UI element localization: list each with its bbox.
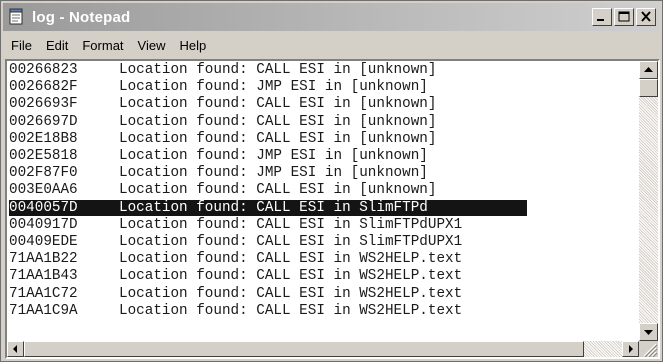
minimize-icon xyxy=(597,19,604,21)
menu-bar: File Edit Format View Help xyxy=(3,33,660,57)
menu-format[interactable]: Format xyxy=(75,38,130,53)
size-grip[interactable] xyxy=(639,341,658,358)
title-bar[interactable]: log - Notepad xyxy=(3,3,660,31)
scroll-down-button[interactable] xyxy=(639,323,658,341)
scroll-up-button[interactable] xyxy=(639,61,658,79)
line-message: Location found: CALL ESI in SlimFTPd xyxy=(119,199,428,216)
vertical-scrollbar[interactable] xyxy=(639,61,658,341)
line-message: Location found: CALL ESI in [unknown] xyxy=(119,113,437,130)
line-message: Location found: CALL ESI in WS2HELP.text xyxy=(119,251,463,268)
line-address: 71AA1C9A xyxy=(9,302,78,319)
line-message: Location found: CALL ESI in [unknown] xyxy=(119,130,437,147)
maximize-icon xyxy=(618,11,630,22)
line-address: 0026697D xyxy=(9,113,78,130)
menu-help[interactable]: Help xyxy=(172,38,213,53)
menu-view[interactable]: View xyxy=(131,38,173,53)
minimize-button[interactable] xyxy=(592,8,612,26)
notepad-window: log - Notepad File Edit Format View Help… xyxy=(0,0,663,362)
vertical-scroll-thumb[interactable] xyxy=(639,79,658,97)
line-message: Location found: CALL ESI in SlimFTPdUPX1 xyxy=(119,234,463,250)
close-icon xyxy=(641,11,651,22)
arrow-right-icon xyxy=(629,345,633,353)
line-address: 71AA1B43 xyxy=(9,268,78,285)
line-address: 002E18B8 xyxy=(9,130,78,147)
line-message: Location found: CALL ESI in WS2HELP.text xyxy=(119,302,463,319)
text-editor[interactable]: 00266823 Location found: CALL ESI in [unk… xyxy=(7,61,639,341)
line-address: 0040917D xyxy=(9,216,78,233)
menu-file[interactable]: File xyxy=(3,38,39,53)
horizontal-scrollbar[interactable] xyxy=(7,341,639,357)
line-address: 71AA1B22 xyxy=(9,251,78,268)
line-message: Location found: CALL ESI in WS2HELP.text xyxy=(119,285,463,302)
scroll-right-button[interactable] xyxy=(622,341,639,357)
arrow-left-icon xyxy=(13,345,17,353)
line-address: 003E0AA6 xyxy=(9,182,78,199)
editor-client-area: 00266823 Location found: CALL ESI in [unk… xyxy=(5,59,660,359)
line-message: Location found: JMP ESI in [unknown] xyxy=(119,165,428,182)
line-message: Location found: JMP ESI in [unknown] xyxy=(119,148,428,164)
window-title: log - Notepad xyxy=(32,8,131,26)
maximize-button[interactable] xyxy=(614,8,634,26)
menu-edit[interactable]: Edit xyxy=(39,38,75,53)
line-address: 00409EDE xyxy=(9,234,78,250)
notepad-icon[interactable] xyxy=(8,8,26,26)
line-address: 71AA1C72 xyxy=(9,285,78,302)
horizontal-scroll-thumb[interactable] xyxy=(24,341,584,357)
line-address: 002E5818 xyxy=(9,148,78,164)
line-address: 002F87F0 xyxy=(9,165,78,182)
size-grip-icon xyxy=(643,343,658,358)
caption-buttons xyxy=(590,8,656,26)
arrow-down-icon xyxy=(644,330,653,335)
line-message: Location found: CALL ESI in WS2HELP.text xyxy=(119,268,463,285)
line-address: 00266823 xyxy=(9,62,78,78)
line-address: 0026693F xyxy=(9,96,78,113)
line-message: Location found: CALL ESI in [unknown] xyxy=(119,96,437,113)
line-message: Location found: JMP ESI in [unknown] xyxy=(119,79,428,96)
line-message: Location found: CALL ESI in SlimFTPdUPX1 xyxy=(119,216,463,233)
line-message: Location found: CALL ESI in [unknown] xyxy=(119,62,437,78)
close-button[interactable] xyxy=(636,8,656,26)
line-address: 0040057D xyxy=(9,199,78,216)
line-message: Location found: CALL ESI in [unknown] xyxy=(119,182,437,199)
scroll-left-button[interactable] xyxy=(7,341,24,357)
line-address: 0026682F xyxy=(9,79,78,96)
text-line-selected[interactable]: 0040057D Location found: CALL ESI in Slim… xyxy=(9,199,527,216)
arrow-up-icon xyxy=(644,67,653,72)
